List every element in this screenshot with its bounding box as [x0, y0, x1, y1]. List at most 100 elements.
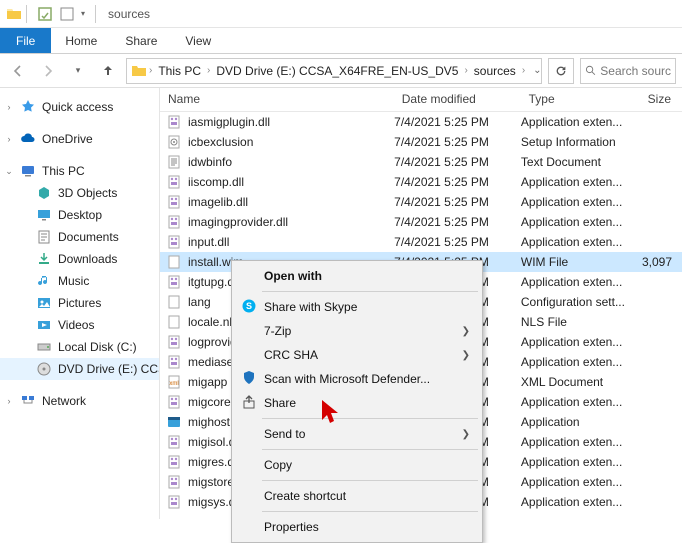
file-date: 7/4/2021 5:25 PM: [394, 215, 521, 229]
nav-back-button[interactable]: [6, 59, 30, 83]
file-row[interactable]: input.dll 7/4/2021 5:25 PMApplication ext…: [160, 232, 682, 252]
column-size[interactable]: Size: [633, 88, 682, 111]
ctx-open-with[interactable]: Open with: [234, 264, 480, 288]
submenu-arrow-icon: ❯: [462, 429, 470, 440]
submenu-arrow-icon: ❯: [462, 326, 470, 337]
address-bar[interactable]: › This PC › DVD Drive (E:) CCSA_X64FRE_E…: [126, 58, 542, 84]
qat-properties-icon[interactable]: [37, 6, 53, 22]
file-name: icbexclusion: [188, 135, 253, 149]
file-type: Application exten...: [521, 335, 633, 349]
breadcrumb-folder[interactable]: sources: [470, 64, 520, 78]
nav-label: Network: [42, 394, 86, 408]
column-name[interactable]: Name: [160, 88, 394, 111]
file-row[interactable]: iasmigplugin.dll7/4/2021 5:25 PMApplicat…: [160, 112, 682, 132]
svg-text:S: S: [246, 301, 252, 311]
nav-item-pictures[interactable]: Pictures: [0, 292, 159, 314]
chevron-right-icon[interactable]: ›: [4, 396, 14, 406]
submenu-arrow-icon: ❯: [462, 350, 470, 361]
ctx-share[interactable]: Share: [234, 391, 480, 415]
shield-icon: [240, 370, 258, 389]
file-name: iiscomp.dll: [188, 175, 244, 189]
breadcrumb-drive[interactable]: DVD Drive (E:) CCSA_X64FRE_EN-US_DV5: [212, 64, 462, 78]
file-row[interactable]: imagingprovider.dll7/4/2021 5:25 PMAppli…: [160, 212, 682, 232]
column-headers: Name Date modified Type Size: [160, 88, 682, 112]
nav-item-desktop[interactable]: Desktop: [0, 204, 159, 226]
ctx-send-to[interactable]: Send to❯: [234, 422, 480, 446]
file-type: Application exten...: [521, 275, 633, 289]
breadcrumb-thispc[interactable]: This PC: [154, 64, 205, 78]
nav-item-local-disk-c-[interactable]: Local Disk (C:): [0, 336, 159, 358]
ctx-7zip[interactable]: 7-Zip❯: [234, 319, 480, 343]
chevron-right-icon[interactable]: ›: [149, 65, 152, 76]
chevron-right-icon[interactable]: ›: [4, 134, 14, 144]
file-row[interactable]: icbexclusion7/4/2021 5:25 PMSetup Inform…: [160, 132, 682, 152]
file-name: mighost: [188, 415, 230, 429]
file-row[interactable]: imagelib.dll7/4/2021 5:25 PMApplication …: [160, 192, 682, 212]
search-box[interactable]: Search sourc: [580, 58, 676, 84]
file-icon: [166, 334, 182, 350]
file-type: Setup Information: [521, 135, 633, 149]
nav-item-3d-objects[interactable]: 3D Objects: [0, 182, 159, 204]
nav-item-music[interactable]: Music: [0, 270, 159, 292]
nav-item-label: Local Disk (C:): [58, 340, 137, 354]
file-type: Configuration sett...: [521, 295, 633, 309]
tab-home[interactable]: Home: [51, 28, 111, 53]
file-date: 7/4/2021 5:25 PM: [394, 155, 521, 169]
file-type: Application exten...: [521, 235, 633, 249]
ctx-share-skype[interactable]: S Share with Skype: [234, 295, 480, 319]
file-type: Application: [521, 415, 633, 429]
chevron-right-icon[interactable]: ›: [4, 102, 14, 112]
file-row[interactable]: iiscomp.dll7/4/2021 5:25 PMApplication e…: [160, 172, 682, 192]
column-date[interactable]: Date modified: [394, 88, 521, 111]
ctx-create-shortcut[interactable]: Create shortcut: [234, 484, 480, 508]
address-dropdown-icon[interactable]: ⌄: [529, 65, 542, 76]
file-icon: [166, 354, 182, 370]
nav-item-icon: [36, 317, 52, 333]
ctx-crc-sha[interactable]: CRC SHA❯: [234, 343, 480, 367]
file-icon: [166, 234, 182, 250]
file-name: imagelib.dll: [188, 195, 248, 209]
file-icon: [166, 294, 182, 310]
chevron-down-icon[interactable]: ⌄: [4, 166, 14, 177]
refresh-button[interactable]: [548, 58, 574, 84]
file-icon: [166, 434, 182, 450]
tab-file[interactable]: File: [0, 28, 51, 53]
file-icon: [166, 174, 182, 190]
file-icon: [166, 154, 182, 170]
chevron-right-icon[interactable]: ›: [207, 65, 210, 76]
ctx-copy[interactable]: Copy: [234, 453, 480, 477]
file-date: 7/4/2021 5:25 PM: [394, 115, 521, 129]
nav-up-button[interactable]: [96, 59, 120, 83]
tab-view[interactable]: View: [171, 28, 225, 53]
nav-recent-dropdown[interactable]: ▾: [66, 59, 90, 83]
qat-dropdown-icon[interactable]: ▾: [81, 9, 85, 18]
nav-item-videos[interactable]: Videos: [0, 314, 159, 336]
nav-quick-access[interactable]: › Quick access: [0, 96, 159, 118]
address-folder-icon: [131, 63, 147, 79]
file-icon: [166, 474, 182, 490]
file-type: Application exten...: [521, 175, 633, 189]
nav-item-documents[interactable]: Documents: [0, 226, 159, 248]
nav-label: Quick access: [42, 100, 113, 114]
tab-share[interactable]: Share: [111, 28, 171, 53]
file-date: 7/4/2021 5:25 PM: [394, 235, 521, 249]
chevron-right-icon[interactable]: ›: [522, 65, 525, 76]
nav-network[interactable]: › Network: [0, 390, 159, 412]
nav-thispc[interactable]: ⌄ This PC: [0, 160, 159, 182]
column-type[interactable]: Type: [521, 88, 633, 111]
nav-onedrive[interactable]: › OneDrive: [0, 128, 159, 150]
file-name: input.dll: [188, 235, 229, 249]
quick-access-toolbar: ▾: [22, 5, 100, 23]
chevron-right-icon[interactable]: ›: [464, 65, 467, 76]
nav-item-label: Videos: [58, 318, 94, 332]
file-icon: [166, 254, 182, 270]
file-icon: [166, 114, 182, 130]
ctx-defender[interactable]: Scan with Microsoft Defender...: [234, 367, 480, 391]
nav-forward-button[interactable]: [36, 59, 60, 83]
file-row[interactable]: idwbinfo7/4/2021 5:25 PMText Document: [160, 152, 682, 172]
nav-item-downloads[interactable]: Downloads: [0, 248, 159, 270]
nav-item-label: Documents: [58, 230, 119, 244]
qat-newfolder-icon[interactable]: [59, 6, 75, 22]
nav-item-label: Pictures: [58, 296, 101, 310]
nav-item-dvd-drive-e-ccsa[interactable]: DVD Drive (E:) CCSA: [0, 358, 159, 380]
